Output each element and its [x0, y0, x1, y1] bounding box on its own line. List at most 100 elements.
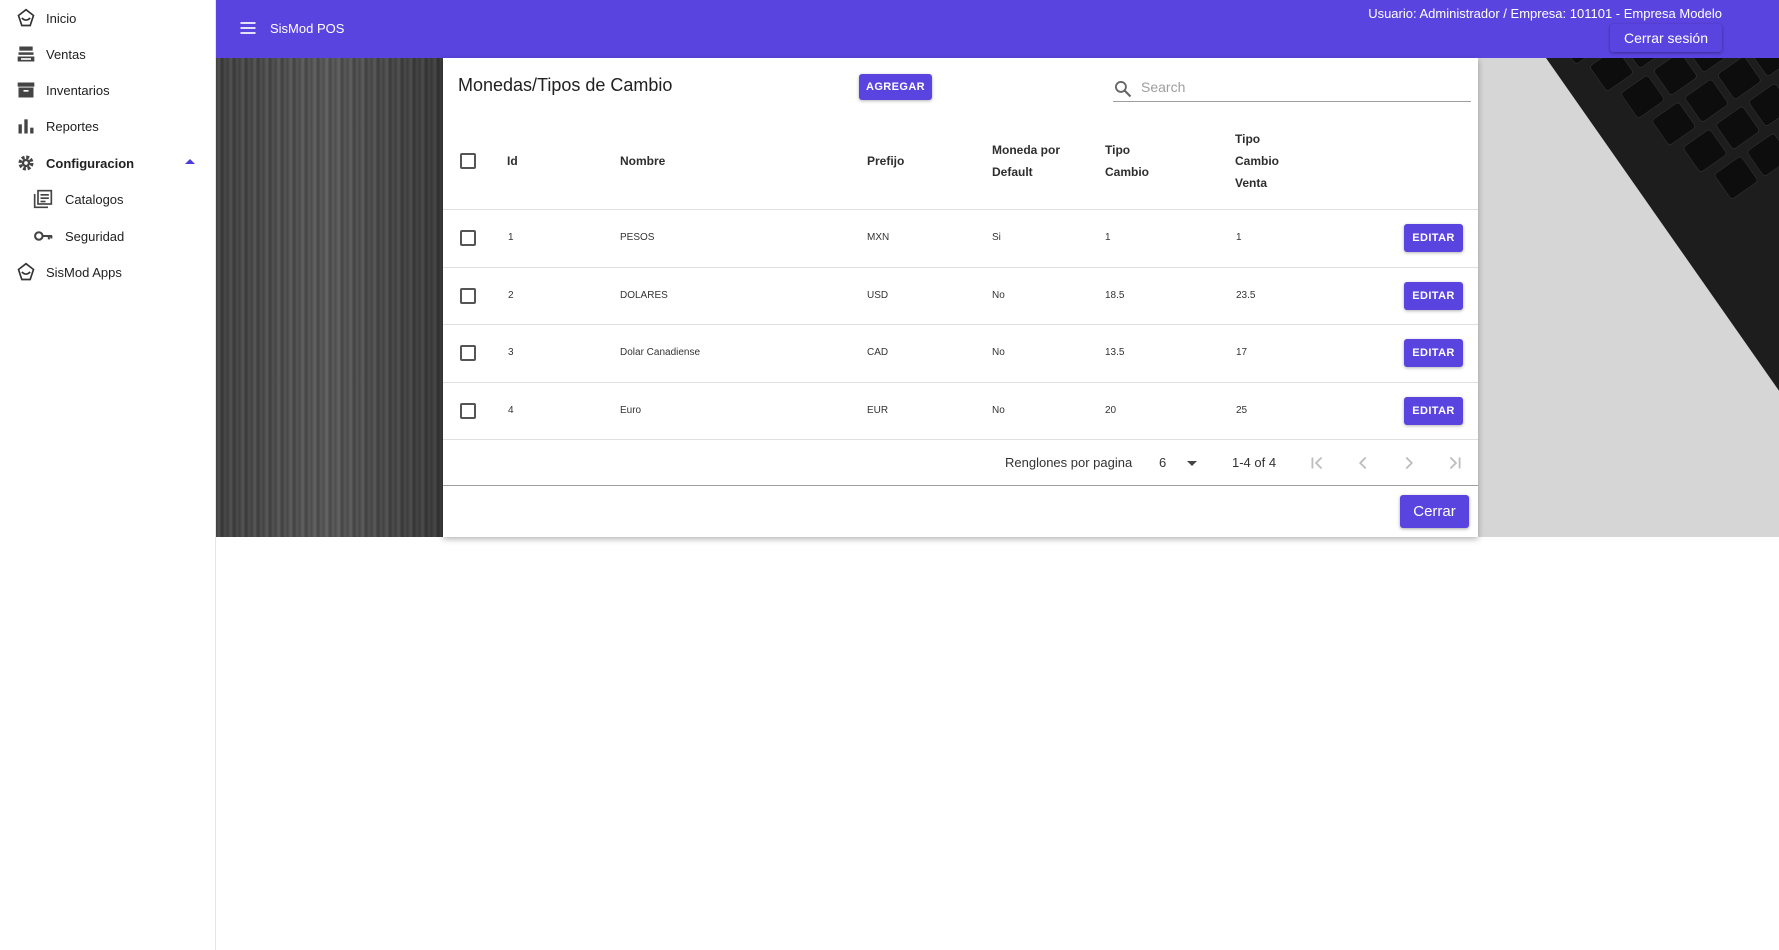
table-row: 4 Euro EUR No 20 25 EDITAR: [443, 382, 1478, 439]
edit-button[interactable]: EDITAR: [1404, 339, 1463, 367]
logout-button[interactable]: Cerrar sesión: [1609, 24, 1722, 52]
sidebar-item-label: Catalogos: [65, 191, 124, 207]
column-header-tipo-cambio[interactable]: Tipo Cambio: [1105, 139, 1149, 183]
cell-id: 3: [508, 347, 514, 358]
dialog-title: Monedas/Tipos de Cambio: [458, 75, 673, 95]
cell-tipo-cambio: 20: [1105, 405, 1117, 416]
cell-id: 1: [508, 232, 514, 243]
cell-prefijo: USD: [867, 290, 889, 301]
next-page-icon[interactable]: [1398, 452, 1420, 474]
wood-background-image: [216, 58, 443, 537]
cell-tipo-cambio-venta: 23.5: [1236, 290, 1256, 301]
rows-per-page-select[interactable]: 6: [1159, 452, 1207, 474]
sidebar: Inicio Ventas Inventarios Reportes Confi…: [0, 0, 216, 950]
column-header-tipo-cambio-venta[interactable]: Tipo Cambio Venta: [1235, 128, 1279, 194]
cell-prefijo: MXN: [867, 232, 890, 243]
bar-chart-icon: [18, 119, 34, 134]
pagination-range: 1-4 of 4: [1232, 455, 1277, 470]
app-title: SisMod POS: [270, 21, 345, 36]
column-header-line: Tipo: [1235, 132, 1261, 146]
previous-page-icon[interactable]: [1352, 452, 1374, 474]
cell-tipo-cambio: 1: [1105, 232, 1111, 243]
cell-tipo-cambio-venta: 25: [1236, 405, 1248, 416]
close-button[interactable]: Cerrar: [1400, 495, 1469, 528]
first-page-icon[interactable]: [1306, 452, 1328, 474]
column-header-line: Moneda por: [992, 143, 1060, 157]
sidebar-item-sismod-apps[interactable]: SisMod Apps: [0, 255, 216, 289]
edit-button[interactable]: EDITAR: [1404, 282, 1463, 310]
cell-nombre: Euro: [620, 405, 642, 416]
row-checkbox[interactable]: [460, 230, 476, 246]
sidebar-item-label: Ventas: [46, 46, 86, 62]
search-input[interactable]: [1141, 74, 1467, 100]
cell-prefijo: CAD: [867, 347, 889, 358]
keyboard-background-image: [1478, 58, 1779, 537]
row-checkbox[interactable]: [460, 288, 476, 304]
keyboard-graphic: [1518, 58, 1779, 510]
sidebar-item-inicio[interactable]: Inicio: [0, 1, 216, 35]
table-pagination: Renglones por pagina 6 1-4 of 4: [443, 439, 1478, 486]
sidebar-item-label: Inicio: [46, 10, 77, 26]
add-button[interactable]: AGREGAR: [859, 74, 932, 100]
row-checkbox[interactable]: [460, 345, 476, 361]
cash-register-icon: [17, 46, 35, 62]
sidebar-item-label: Reportes: [46, 118, 99, 134]
table-row: 2 DOLARES USD No 18.5 23.5 EDITAR: [443, 267, 1478, 324]
column-header-id[interactable]: Id: [507, 150, 518, 172]
sidebar-item-label: Inventarios: [46, 82, 110, 98]
cell-tipo-cambio: 18.5: [1105, 290, 1125, 301]
user-info: Usuario: Administrador / Empresa: 101101…: [1368, 6, 1722, 21]
cell-tipo-cambio-venta: 1: [1236, 232, 1242, 243]
row-checkbox[interactable]: [460, 403, 476, 419]
column-header-line: Tipo: [1105, 143, 1131, 157]
sidebar-item-seguridad[interactable]: Seguridad: [0, 219, 216, 253]
column-header-prefijo[interactable]: Prefijo: [867, 150, 904, 172]
cell-tipo-cambio-venta: 17: [1236, 347, 1248, 358]
select-all-checkbox[interactable]: [460, 153, 476, 169]
sidebar-item-configuracion[interactable]: Configuracion: [0, 146, 216, 180]
library-books-icon: [33, 189, 53, 209]
cell-nombre: Dolar Canadiense: [620, 347, 701, 358]
column-header-line: Cambio: [1105, 165, 1150, 179]
cell-default: No: [992, 290, 1005, 301]
sidebar-item-label: Seguridad: [65, 228, 125, 244]
sidebar-item-label: SisMod Apps: [46, 264, 122, 280]
column-header-line: Default: [992, 165, 1033, 179]
rows-per-page-value: 6: [1159, 455, 1167, 470]
column-header-nombre[interactable]: Nombre: [620, 150, 665, 172]
cell-nombre: PESOS: [620, 232, 655, 243]
edit-button[interactable]: EDITAR: [1404, 397, 1463, 425]
cell-default: No: [992, 347, 1005, 358]
sidebar-item-ventas[interactable]: Ventas: [0, 37, 216, 71]
table-row: 1 PESOS MXN Si 1 1 EDITAR: [443, 209, 1478, 266]
sidebar-item-catalogos[interactable]: Catalogos: [0, 182, 216, 216]
cell-nombre: DOLARES: [620, 290, 668, 301]
sidebar-item-inventarios[interactable]: Inventarios: [0, 73, 216, 107]
table-row: 3 Dolar Canadiense CAD No 13.5 17 EDITAR: [443, 324, 1478, 381]
sismod-logo-icon: [17, 8, 35, 27]
rows-per-page-label: Renglones por pagina: [1005, 455, 1133, 470]
last-page-icon[interactable]: [1444, 452, 1466, 474]
chevron-down-icon: [1187, 461, 1197, 466]
cell-id: 2: [508, 290, 514, 301]
cell-id: 4: [508, 405, 514, 416]
archive-box-icon: [17, 82, 35, 98]
search-icon: [1115, 81, 1132, 98]
currency-dialog: Monedas/Tipos de Cambio AGREGAR Id Nombr…: [443, 58, 1478, 537]
column-header-default[interactable]: Moneda por Default: [992, 139, 1060, 183]
chevron-up-icon: [185, 159, 195, 164]
cell-prefijo: EUR: [867, 405, 889, 416]
cell-default: Si: [992, 232, 1001, 243]
hamburger-menu-icon[interactable]: [238, 18, 258, 38]
sidebar-item-label: Configuracion: [46, 155, 135, 171]
gear-icon: [18, 155, 34, 171]
key-icon: [34, 231, 53, 241]
cell-tipo-cambio: 13.5: [1105, 347, 1125, 358]
search-field: [1113, 72, 1471, 102]
edit-button[interactable]: EDITAR: [1404, 224, 1463, 252]
column-header-line: Cambio: [1235, 154, 1280, 168]
sidebar-item-reportes[interactable]: Reportes: [0, 109, 216, 143]
app-bar: SisMod POS Usuario: Administrador / Empr…: [216, 0, 1779, 58]
cell-default: No: [992, 405, 1005, 416]
sismod-logo-icon: [17, 262, 35, 281]
